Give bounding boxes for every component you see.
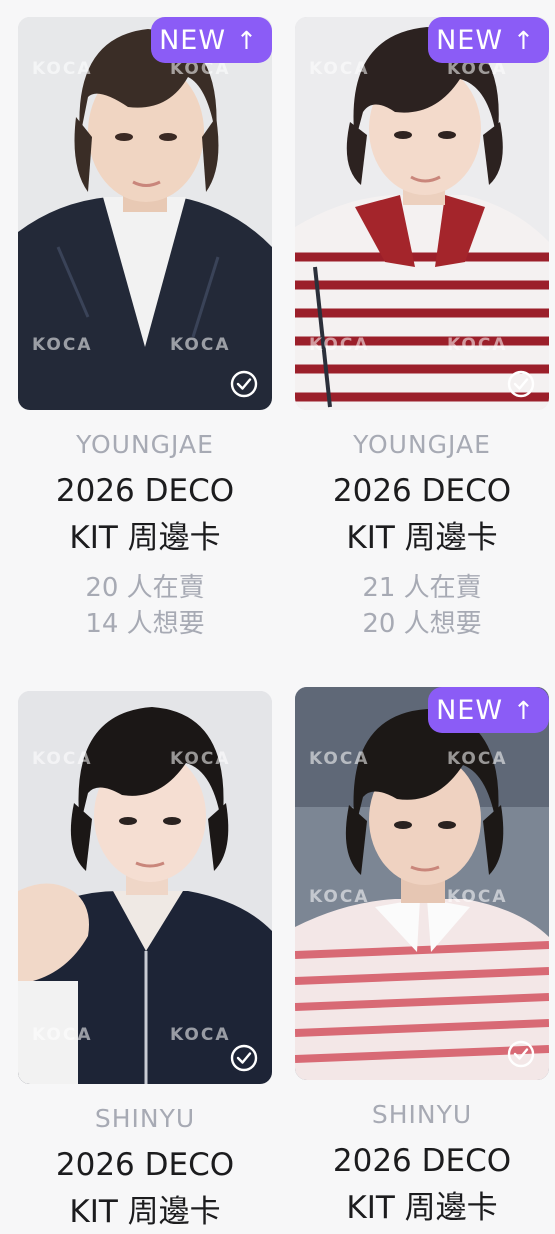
new-badge-label: NEW bbox=[159, 24, 227, 56]
photocard-item[interactable]: KOCA KOCA KOCA KOCA NEW ↑ YOUNGJAE 2026 … bbox=[18, 17, 272, 642]
wanter-count: 20 人想要 bbox=[362, 609, 482, 639]
koca-watermark: KOCA bbox=[309, 887, 370, 907]
card-stats: 20 人在賣 14 人想要 bbox=[18, 570, 272, 642]
arrow-up-icon: ↑ bbox=[513, 695, 535, 725]
check-circle-icon[interactable] bbox=[507, 1040, 535, 1068]
photocard-item[interactable]: KOCA KOCA KOCA KOCA SHINYU 2026 DECO KIT… bbox=[18, 691, 272, 1234]
koca-watermark: KOCA bbox=[309, 59, 370, 79]
card-title-line: KIT 周邊卡 bbox=[69, 1194, 221, 1230]
photocard-item[interactable]: KOCA KOCA KOCA KOCA NEW ↑ SHINYU 2026 DE… bbox=[295, 687, 549, 1232]
card-title-line: KIT 周邊卡 bbox=[346, 520, 498, 556]
koca-watermark: KOCA bbox=[170, 749, 231, 769]
card-title-line: KIT 周邊卡 bbox=[346, 1190, 498, 1226]
koca-watermark: KOCA bbox=[32, 335, 93, 355]
card-title-line: KIT 周邊卡 bbox=[69, 520, 221, 556]
seller-count: 20 人在賣 bbox=[85, 573, 205, 603]
card-title-line: 2026 DECO bbox=[55, 473, 235, 509]
koca-watermark: KOCA bbox=[170, 335, 231, 355]
check-circle-icon[interactable] bbox=[230, 1044, 258, 1072]
portrait-photo bbox=[295, 687, 549, 1080]
photocard-grid: KOCA KOCA KOCA KOCA NEW ↑ YOUNGJAE 2026 … bbox=[0, 0, 555, 1234]
new-badge-label: NEW bbox=[436, 694, 504, 726]
card-title-line: 2026 DECO bbox=[332, 473, 512, 509]
photocard-item[interactable]: KOCA KOCA KOCA KOCA NEW ↑ YOUNGJAE 2026 … bbox=[295, 17, 549, 642]
koca-watermark: KOCA bbox=[32, 749, 93, 769]
card-title-line: 2026 DECO bbox=[55, 1147, 235, 1183]
card-title: 2026 DECO KIT 周邊卡 bbox=[18, 1142, 272, 1234]
new-badge: NEW ↑ bbox=[428, 17, 549, 63]
arrow-up-icon: ↑ bbox=[513, 25, 535, 55]
card-title: 2026 DECO KIT 周邊卡 bbox=[295, 1138, 549, 1232]
wanter-count: 14 人想要 bbox=[85, 609, 205, 639]
koca-watermark: KOCA bbox=[309, 335, 370, 355]
photocard-image[interactable]: KOCA KOCA KOCA KOCA NEW ↑ bbox=[295, 17, 549, 410]
member-name: SHINYU bbox=[94, 1104, 196, 1133]
member-name: YOUNGJAE bbox=[76, 430, 214, 459]
check-circle-icon[interactable] bbox=[507, 370, 535, 398]
card-title: 2026 DECO KIT 周邊卡 bbox=[18, 468, 272, 562]
koca-watermark: KOCA bbox=[447, 749, 508, 769]
koca-watermark: KOCA bbox=[447, 335, 508, 355]
seller-count: 21 人在賣 bbox=[362, 573, 482, 603]
arrow-up-icon: ↑ bbox=[236, 25, 258, 55]
koca-watermark: KOCA bbox=[447, 887, 508, 907]
card-stats: 21 人在賣 20 人想要 bbox=[295, 570, 549, 642]
koca-watermark: KOCA bbox=[309, 749, 370, 769]
check-circle-icon[interactable] bbox=[230, 370, 258, 398]
photocard-image[interactable]: KOCA KOCA KOCA KOCA NEW ↑ bbox=[18, 17, 272, 410]
new-badge: NEW ↑ bbox=[428, 687, 549, 733]
photocard-image[interactable]: KOCA KOCA KOCA KOCA bbox=[18, 691, 272, 1084]
koca-watermark: KOCA bbox=[170, 1025, 231, 1045]
card-title-line: 2026 DECO bbox=[332, 1143, 512, 1179]
new-badge: NEW ↑ bbox=[151, 17, 272, 63]
member-name: YOUNGJAE bbox=[353, 430, 491, 459]
koca-watermark: KOCA bbox=[32, 59, 93, 79]
koca-watermark: KOCA bbox=[32, 1025, 93, 1045]
card-title: 2026 DECO KIT 周邊卡 bbox=[295, 468, 549, 562]
new-badge-label: NEW bbox=[436, 24, 504, 56]
member-name: SHINYU bbox=[371, 1100, 473, 1129]
photocard-image[interactable]: KOCA KOCA KOCA KOCA NEW ↑ bbox=[295, 687, 549, 1080]
